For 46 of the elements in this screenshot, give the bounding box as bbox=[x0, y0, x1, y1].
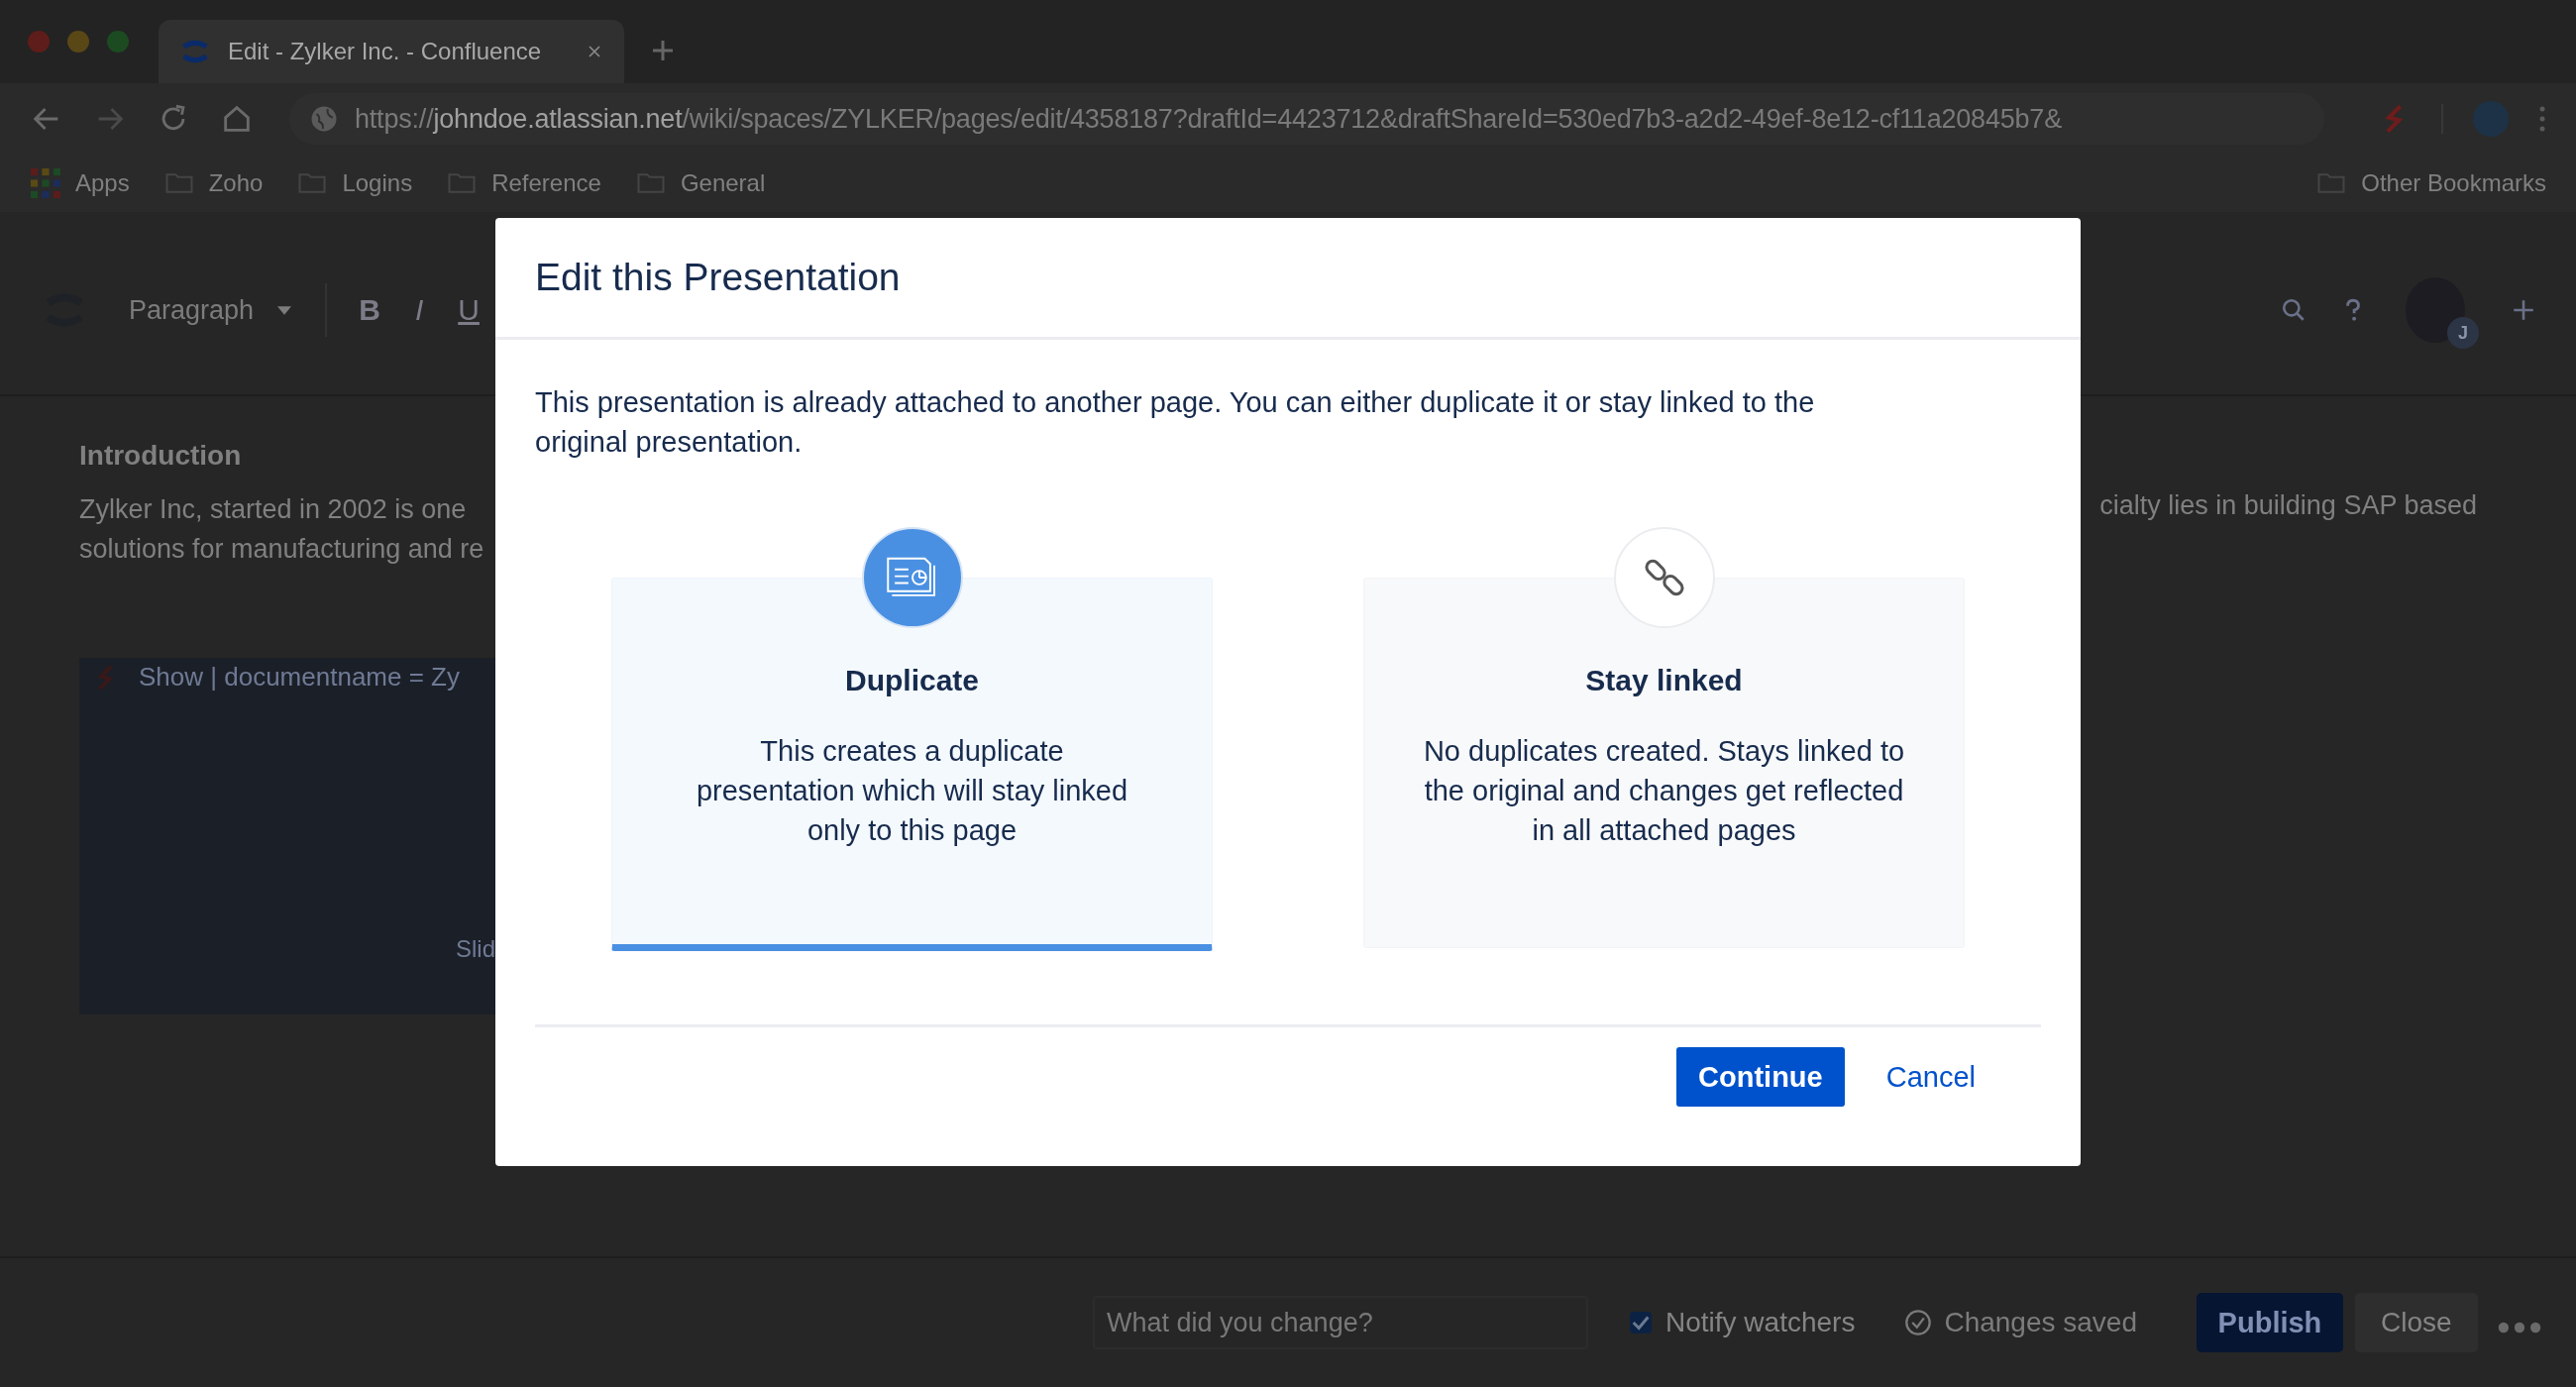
window-control-minimize[interactable] bbox=[67, 31, 89, 53]
bookmark-link[interactable]: General bbox=[634, 168, 766, 198]
option-card[interactable]: Duplicate This creates a duplicate presentation which will stay linked only to this page bbox=[611, 578, 1213, 951]
paragraph-style-dropdown[interactable]: Paragraph bbox=[129, 294, 322, 326]
option-description: No duplicates created. Stays linked to the original and changes get reflected in all attached pages bbox=[1422, 734, 1906, 848]
window-control-zoom[interactable] bbox=[107, 31, 129, 53]
more-icon[interactable] bbox=[2538, 104, 2546, 134]
continue-button[interactable]: Continue bbox=[1676, 1047, 1845, 1107]
avatar-badge: J bbox=[2447, 317, 2479, 349]
underline-button[interactable]: U bbox=[444, 293, 494, 327]
check-circle-icon bbox=[1904, 1309, 1933, 1336]
option-description: This creates a duplicate presentation which will stay linked only to this page bbox=[695, 734, 1129, 848]
notify-checkbox[interactable] bbox=[1630, 1312, 1652, 1334]
paragraph-line: Zylker Inc, started in 2002 is one bbox=[79, 493, 468, 526]
bookmark-link[interactable]: Apps bbox=[30, 168, 130, 198]
globe-icon bbox=[309, 104, 339, 134]
cancel-button[interactable]: Cancel bbox=[1864, 1047, 1997, 1107]
bookmark-link[interactable]: Logins bbox=[296, 168, 413, 198]
bookmark-link[interactable]: Reference bbox=[446, 168, 601, 198]
bookmark-link[interactable]: Other Bookmarks bbox=[2315, 168, 2546, 198]
option-title: Stay linked bbox=[1585, 664, 1743, 697]
change-comment-field[interactable]: What did you change? bbox=[1093, 1296, 1588, 1349]
option-card[interactable]: Stay linked No duplicates created. Stays linked to the original and changes get reflected in all attached pages bbox=[1363, 578, 1965, 948]
macro-title: Show | documentname = Zy bbox=[139, 662, 460, 693]
option-title: Duplicate bbox=[845, 664, 979, 697]
address-bar[interactable]: https://johndoe.atlassian.net/wiki/spaces/ZYLKER/pages/edit/4358187?draftId=4423712&draftShareId=530ed7b3-a2d2-49ef-8e12-cf11a20845b7& bbox=[289, 93, 2324, 145]
section-heading: Introduction bbox=[79, 439, 243, 473]
add-icon[interactable] bbox=[2511, 297, 2536, 323]
publish-button[interactable]: Publish bbox=[2197, 1293, 2343, 1352]
bookmark-link[interactable]: Zoho bbox=[162, 168, 264, 198]
caret-icon bbox=[277, 305, 292, 315]
browser-tab[interactable]: Edit - Zylker Inc. - Confluence bbox=[159, 20, 624, 83]
dialog-title: Edit this Presentation bbox=[495, 218, 2081, 340]
apps-grid-icon bbox=[30, 168, 61, 198]
save-status: Changes saved bbox=[1944, 1307, 2137, 1338]
bold-button[interactable]: B bbox=[345, 293, 395, 327]
search-icon[interactable] bbox=[2281, 297, 2307, 323]
notify-label: Notify watchers bbox=[1665, 1307, 1856, 1338]
paragraph-line: cialty lies in building SAP based bbox=[2099, 489, 2477, 522]
presentation-macro[interactable]: Show | documentname = Zy Slid bbox=[79, 658, 495, 1014]
slide-caption: Slid bbox=[455, 935, 495, 963]
dialog-message: This presentation is already attached to another page. You can either duplicate it or stay linked to the original presentation. bbox=[535, 385, 1816, 460]
paragraph-line: solutions for manufacturing and re bbox=[79, 533, 485, 566]
close-button[interactable]: Close bbox=[2355, 1293, 2478, 1352]
more-icon[interactable] bbox=[2497, 1322, 2541, 1334]
italic-button[interactable]: I bbox=[394, 293, 445, 327]
